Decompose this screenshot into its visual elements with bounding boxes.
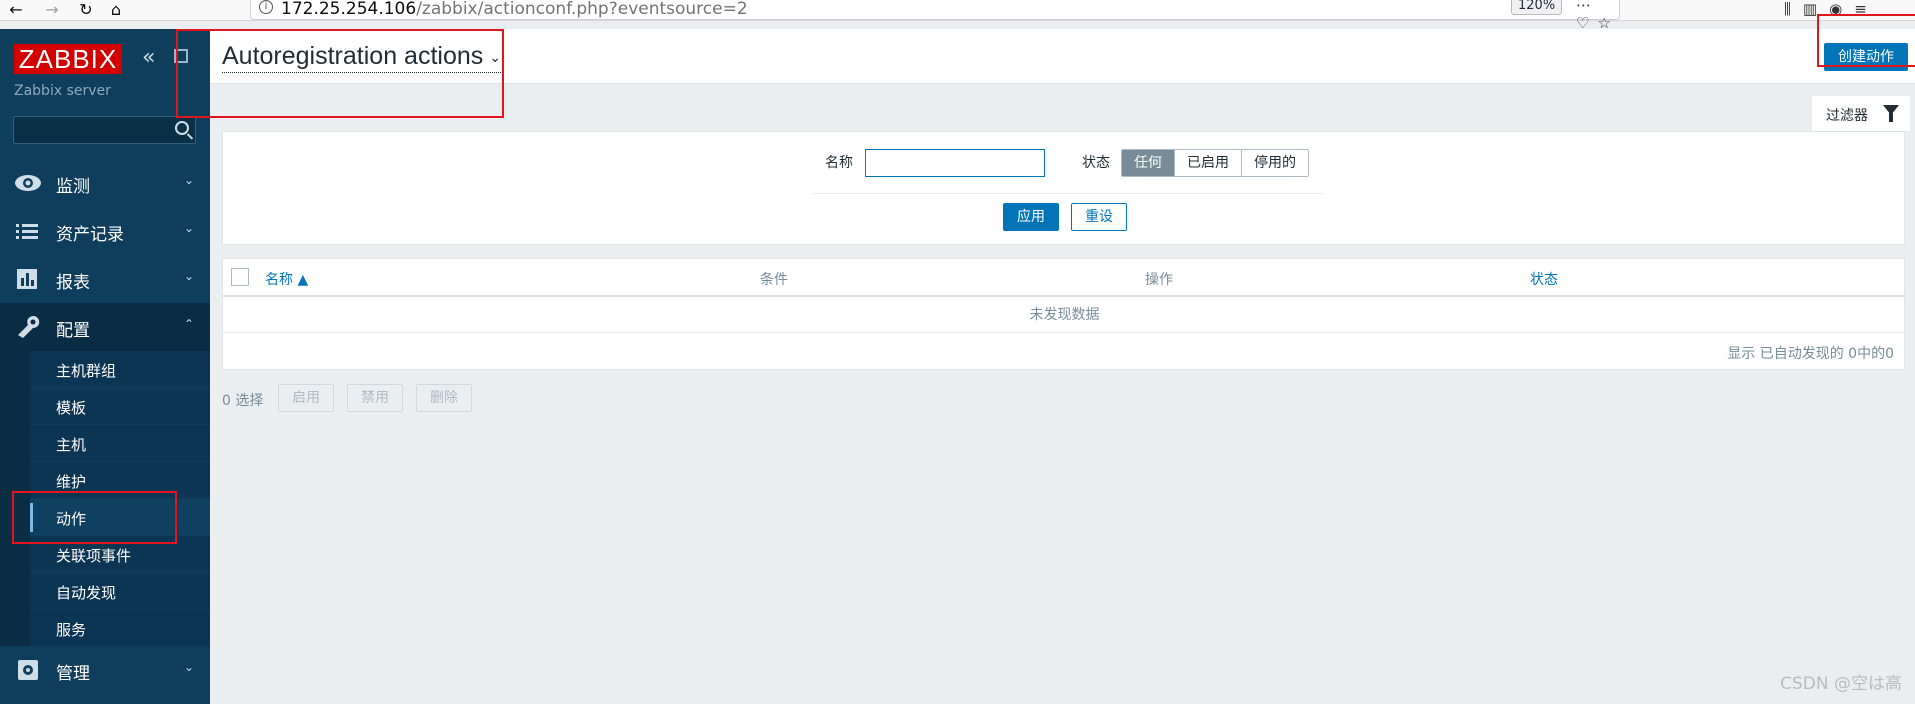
zoom-level[interactable]: 120%	[1511, 0, 1563, 15]
configuration-submenu: 主机群组 模板 主机 维护 动作 关联项事件 自动发现 服务	[0, 351, 210, 647]
page-actions: ⋯♡☆	[1576, 0, 1619, 32]
reset-filter-button[interactable]: 重设	[1071, 203, 1127, 231]
column-header-name[interactable]: 名称 ▲	[265, 269, 308, 289]
funnel-icon	[1883, 105, 1899, 122]
toolbar-right-icons: ⫼▥◉≡	[1784, 0, 1879, 18]
selected-count: 0 选择	[222, 393, 264, 409]
submenu-label: 主机群组	[56, 362, 117, 380]
mass-disable-button[interactable]: 禁用	[347, 384, 403, 412]
submenu-item-templates[interactable]: 模板	[30, 388, 210, 425]
submenu-item-actions[interactable]: 动作	[30, 499, 210, 536]
submenu-label: 维护	[56, 473, 87, 491]
page-header: Autoregistration actions ⌄ 创建动作	[210, 29, 1915, 84]
chevron-down-icon: ⌄	[183, 173, 194, 187]
info-icon[interactable]: i	[259, 0, 273, 14]
submenu-item-maintenance[interactable]: 维护	[30, 462, 210, 499]
submenu-item-hosts[interactable]: 主机	[30, 425, 210, 462]
eye-icon	[15, 175, 41, 191]
apply-filter-button[interactable]: 应用	[1003, 203, 1059, 231]
filter-tab-label: 过滤器	[1826, 108, 1868, 124]
zabbix-logo[interactable]: ZABBIX	[14, 44, 122, 74]
wrench-icon	[18, 316, 40, 338]
url-text[interactable]: 172.25.254.106/zabbix/actionconf.php?eve…	[281, 0, 748, 19]
sidebar-search-input[interactable]	[13, 116, 196, 144]
server-name: Zabbix server	[14, 83, 111, 99]
create-action-button[interactable]: 创建动作	[1824, 43, 1908, 71]
chevron-up-icon: ⌃	[183, 317, 194, 331]
home-icon[interactable]: ⌂	[104, 0, 128, 20]
url-path: /zabbix/actionconf.php?eventsource=2	[416, 0, 748, 19]
table-row-divider	[223, 332, 1906, 333]
menu-label-configuration: 配置	[56, 321, 90, 341]
main-content: Autoregistration actions ⌄ 创建动作 过滤器 名称 状态…	[210, 29, 1915, 704]
filter-panel: 名称 状态 任何 已启用 停用的 应用 重设	[222, 131, 1905, 245]
account-icon[interactable]: ◉	[1829, 0, 1854, 18]
name-filter-input[interactable]	[865, 149, 1045, 177]
watermark: CSDN @空は高	[1780, 674, 1902, 694]
submenu-label: 动作	[56, 510, 87, 528]
menu-item-reports[interactable]: 报表 ⌄	[0, 255, 210, 303]
sidebar: ZABBIX « Zabbix server 监测 ⌄ 资产记录 ⌄ 报表 ⌄ …	[0, 29, 210, 704]
address-bar[interactable]: i 172.25.254.106/zabbix/actionconf.php?e…	[250, 0, 1620, 32]
mass-delete-button[interactable]: 删除	[416, 384, 472, 412]
menu-label-reports: 报表	[56, 273, 90, 293]
more-icon[interactable]: ⋯	[1576, 0, 1599, 14]
status-option-enabled[interactable]: 已启用	[1175, 150, 1242, 176]
chevron-down-icon: ⌄	[183, 660, 194, 674]
column-header-status[interactable]: 状态	[1530, 269, 1558, 289]
menu-label-administration: 管理	[56, 664, 90, 684]
filter-tab[interactable]: 过滤器	[1812, 96, 1910, 131]
status-filter-label: 状态	[1082, 155, 1110, 171]
collapse-sidebar-icon[interactable]: «	[142, 45, 155, 70]
submenu-item-event-correlation[interactable]: 关联项事件	[30, 536, 210, 573]
page-title: Autoregistration actions	[222, 42, 484, 70]
submenu-item-services[interactable]: 服务	[30, 610, 210, 647]
submenu-item-discovery[interactable]: 自动发现	[30, 573, 210, 610]
page-title-dropdown[interactable]: Autoregistration actions ⌄	[222, 42, 501, 73]
search-icon[interactable]	[175, 121, 189, 135]
reload-icon[interactable]: ↻	[74, 0, 98, 20]
select-all-checkbox[interactable]	[231, 268, 249, 286]
table-header-divider	[223, 295, 1906, 297]
hamburger-menu-icon[interactable]: ≡	[1854, 0, 1879, 18]
menu-item-monitoring[interactable]: 监测 ⌄	[0, 159, 210, 207]
filter-divider	[813, 193, 1323, 194]
column-header-operations: 操作	[1145, 272, 1173, 288]
name-filter-label: 名称	[825, 155, 853, 171]
submenu-label: 自动发现	[56, 584, 117, 602]
menu-label-inventory: 资产记录	[56, 225, 124, 245]
mass-enable-button[interactable]: 启用	[278, 384, 334, 412]
submenu-label: 服务	[56, 621, 87, 639]
submenu-label: 主机	[56, 436, 87, 454]
submenu-item-host-groups[interactable]: 主机群组	[30, 351, 210, 388]
table-paging-summary: 显示 已自动发现的 0中的0	[1727, 346, 1894, 362]
chevron-down-icon: ⌄	[183, 221, 194, 235]
forward-icon[interactable]: →	[40, 0, 64, 20]
submenu-label: 模板	[56, 399, 87, 417]
back-icon[interactable]: ←	[4, 0, 28, 20]
bar-chart-icon	[17, 269, 37, 289]
library-icon[interactable]: ⫼	[1784, 0, 1803, 18]
chevron-down-icon: ⌄	[489, 49, 501, 65]
url-host: 172.25.254.106	[281, 0, 417, 19]
status-option-any[interactable]: 任何	[1122, 150, 1175, 176]
kiosk-mode-icon[interactable]	[174, 49, 188, 63]
menu-label-monitoring: 监测	[56, 177, 90, 197]
column-header-conditions: 条件	[760, 272, 788, 288]
submenu-label: 关联项事件	[56, 547, 132, 565]
chevron-down-icon: ⌄	[183, 269, 194, 283]
status-option-disabled[interactable]: 停用的	[1242, 150, 1308, 176]
menu-item-inventory[interactable]: 资产记录 ⌄	[0, 207, 210, 255]
status-segmented-control: 任何 已启用 停用的	[1121, 149, 1309, 177]
menu-item-configuration[interactable]: 配置 ⌃	[0, 303, 210, 351]
actions-table: 名称 ▲ 条件 操作 状态 未发现数据 显示 已自动发现的 0中的0	[222, 258, 1906, 370]
gear-icon	[18, 660, 38, 680]
list-icon	[16, 224, 38, 239]
empty-table-message: 未发现数据	[1029, 307, 1100, 323]
sidebar-icon[interactable]: ▥	[1803, 0, 1829, 18]
menu-item-administration[interactable]: 管理 ⌄	[0, 646, 210, 694]
browser-toolbar: ← → ↻ ⌂ i 172.25.254.106/zabbix/actionco…	[0, 0, 1915, 32]
